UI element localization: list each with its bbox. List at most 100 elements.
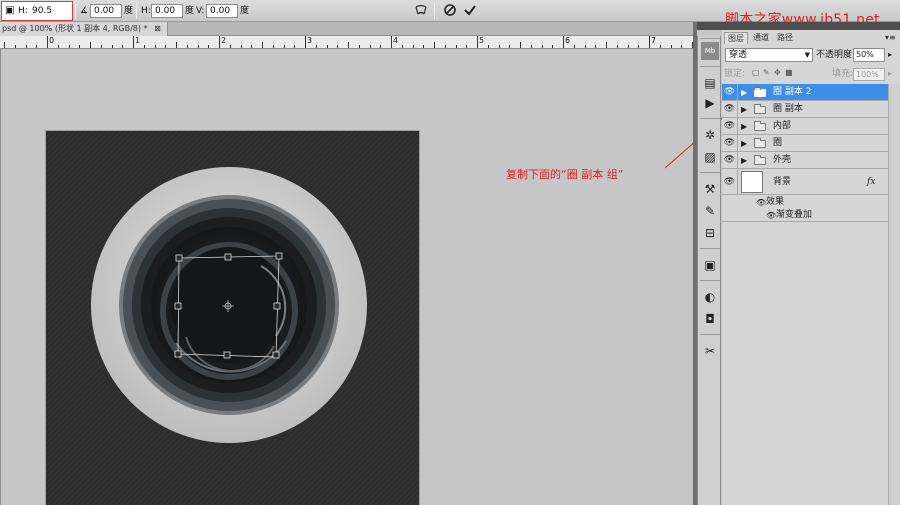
- effects-row[interactable]: 👁 效果: [722, 196, 888, 209]
- adjustments-icon[interactable]: ✲: [701, 126, 719, 144]
- lock-pixels-icon[interactable]: ✎: [763, 69, 771, 77]
- layer-row-shell[interactable]: 👁 ▶ 外壳: [722, 152, 888, 169]
- ruler-tick: [627, 45, 629, 48]
- ruler-label: 1: [135, 36, 141, 45]
- visibility-eye-icon[interactable]: 👁: [722, 118, 738, 135]
- brush-presets-icon[interactable]: ⚒: [701, 180, 719, 198]
- ruler-tick: [229, 45, 231, 48]
- layer-row-circle-copy-2[interactable]: 👁 ▶ 圈 副本 2: [722, 84, 888, 101]
- tab-channels[interactable]: 通道: [750, 32, 772, 44]
- vertical-ruler: [0, 49, 1, 505]
- visibility-eye-icon[interactable]: 👁: [722, 84, 738, 101]
- layers-scrollbar[interactable]: [888, 84, 900, 505]
- vskew-input[interactable]: 0.00: [206, 4, 238, 18]
- close-icon[interactable]: ⊠: [154, 24, 161, 33]
- vskew-unit: 度: [240, 6, 250, 16]
- layer-row-circle[interactable]: 👁 ▶ 圈: [722, 135, 888, 152]
- ruler-tick: [251, 45, 253, 48]
- opacity-input[interactable]: 50%: [853, 48, 885, 62]
- styles-icon[interactable]: ▣: [701, 256, 719, 274]
- angle-icon: ∡: [80, 6, 89, 16]
- effects-eye-icon[interactable]: 👁: [756, 198, 766, 207]
- expand-triangle-icon[interactable]: ▶: [741, 135, 747, 152]
- lens-artwork: [91, 167, 367, 443]
- ruler-tick: [79, 45, 81, 48]
- ruler-tick: [541, 45, 543, 48]
- visibility-eye-icon[interactable]: 👁: [722, 101, 738, 118]
- cancel-transform-icon[interactable]: [442, 3, 458, 19]
- ruler-tick: [423, 45, 425, 48]
- lock-all-icon[interactable]: ■: [785, 69, 793, 77]
- ruler-tick: [326, 45, 328, 48]
- effect-eye-icon[interactable]: 👁: [766, 211, 776, 220]
- fill-label: 填充:: [832, 69, 854, 79]
- horizontal-ruler[interactable]: 0 1 2 3 4 5 6 7: [0, 36, 693, 49]
- lens-center: [171, 247, 287, 363]
- visibility-eye-icon[interactable]: 👁: [722, 135, 738, 152]
- ruler-tick: [509, 45, 511, 48]
- tools-icon[interactable]: ✂: [701, 342, 719, 360]
- ruler-tick: [348, 42, 349, 48]
- fx-icon[interactable]: fx: [867, 169, 875, 195]
- ruler-tick: [595, 45, 597, 48]
- ruler-tick: [143, 45, 145, 48]
- blend-mode-select[interactable]: 穿透 ▼: [725, 48, 813, 62]
- mini-bridge-icon[interactable]: Mb: [701, 42, 719, 60]
- warp-mode-icon[interactable]: [413, 3, 429, 19]
- ruler-label: 6: [565, 36, 571, 45]
- layer-row-circle-copy[interactable]: 👁 ▶ 圈 副本: [722, 101, 888, 118]
- layer-row-interior[interactable]: 👁 ▶ 内部: [722, 118, 888, 135]
- layer-row-background[interactable]: 👁 背景 fx: [722, 169, 888, 195]
- history-icon[interactable]: ▤: [701, 74, 719, 92]
- actions-icon[interactable]: ▶: [701, 94, 719, 112]
- ruler-tick: [520, 42, 521, 48]
- ruler-tick: [122, 45, 124, 48]
- document-tab[interactable]: psd @ 100% (形状 1 副本 4, RGB/8) * ⊠: [0, 22, 168, 36]
- fill-slider-toggle[interactable]: ▸: [888, 67, 892, 81]
- masks-icon[interactable]: ▨: [701, 148, 719, 166]
- lock-label: 锁定:: [724, 69, 746, 79]
- tab-paths[interactable]: 路径: [774, 32, 796, 44]
- document-tab-bar: psd @ 100% (形状 1 副本 4, RGB/8) * ⊠: [0, 22, 693, 36]
- visibility-eye-icon[interactable]: 👁: [722, 152, 738, 169]
- lock-row: 锁定: ▢ ✎ ✥ ■ 填充: 100% ▸: [722, 66, 900, 82]
- ruler-tick: [573, 45, 575, 48]
- ruler-tick: [584, 45, 586, 48]
- rotate-angle-input[interactable]: 0.00: [90, 4, 122, 18]
- group-folder-icon: [754, 155, 766, 165]
- lock-transparency-icon[interactable]: ▢: [752, 69, 760, 77]
- ruler-tick: [358, 45, 360, 48]
- ruler-tick: [380, 45, 382, 48]
- gradient-overlay-row[interactable]: 👁 渐变叠加: [722, 209, 888, 222]
- ruler-label: 2: [221, 36, 227, 45]
- ruler-label: 5: [479, 36, 485, 45]
- commit-transform-icon[interactable]: [462, 3, 478, 19]
- color-icon[interactable]: ◐: [701, 288, 719, 306]
- panel-menu-icon[interactable]: ▾≡: [882, 32, 899, 44]
- expand-triangle-icon[interactable]: ▶: [741, 152, 747, 169]
- ruler-tick: [36, 45, 38, 48]
- swatches-icon[interactable]: ◘: [701, 310, 719, 328]
- ruler-tick: [283, 45, 285, 48]
- ruler-tick: [649, 36, 650, 48]
- panel-dock-header: [693, 22, 900, 30]
- panel-tabs: 图层 通道 路径 ▾≡: [722, 32, 900, 44]
- reference-point-icon[interactable]: ▣: [5, 0, 14, 22]
- expand-triangle-icon[interactable]: ▶: [741, 118, 747, 135]
- ruler-label: 7: [651, 36, 657, 45]
- h-scale-input[interactable]: 90.5: [29, 5, 69, 19]
- visibility-eye-icon[interactable]: 👁: [722, 169, 738, 195]
- ruler-tick: [4, 42, 5, 48]
- document-canvas[interactable]: [46, 131, 419, 505]
- fill-input[interactable]: 100%: [853, 68, 885, 81]
- hskew-input[interactable]: 0.00: [151, 4, 183, 18]
- expand-triangle-icon[interactable]: ▶: [741, 101, 747, 118]
- ruler-tick: [294, 45, 296, 48]
- ruler-tick: [47, 36, 48, 48]
- opacity-slider-toggle[interactable]: ▸: [888, 48, 892, 62]
- clone-source-icon[interactable]: ⊟: [701, 224, 719, 242]
- brush-icon[interactable]: ✎: [701, 202, 719, 220]
- expand-triangle-icon[interactable]: ▶: [741, 84, 747, 101]
- tab-layers[interactable]: 图层: [724, 32, 748, 44]
- lock-position-icon[interactable]: ✥: [774, 69, 782, 77]
